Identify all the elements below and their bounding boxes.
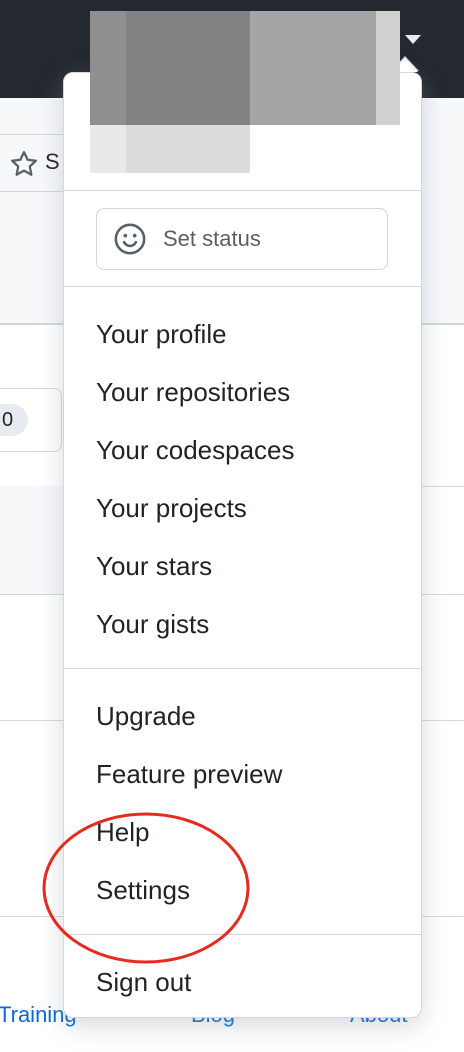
menu-divider [64, 286, 421, 287]
menu-item-upgrade[interactable]: Upgrade [96, 700, 196, 732]
menu-item-your-profile[interactable]: Your profile [96, 318, 227, 350]
menu-item-sign-out[interactable]: Sign out [96, 966, 191, 998]
menu-item-your-codespaces[interactable]: Your codespaces [96, 434, 295, 466]
menu-divider [64, 190, 421, 191]
star-button-label: S [45, 149, 60, 174]
redacted-user-info [90, 11, 400, 173]
menu-item-your-gists[interactable]: Your gists [96, 608, 209, 640]
set-status-button[interactable]: Set status [96, 208, 388, 270]
screen: S 0 Training Blog About Set status Your … [0, 0, 464, 1052]
highlight-ellipse [42, 812, 250, 964]
menu-divider [64, 668, 421, 669]
user-menu-caret-icon[interactable] [405, 35, 421, 44]
file-nav-row [0, 486, 70, 594]
smiley-icon [114, 223, 146, 255]
set-status-label: Set status [163, 226, 261, 251]
menu-item-feature-preview[interactable]: Feature preview [96, 758, 282, 790]
menu-item-your-repositories[interactable]: Your repositories [96, 376, 290, 408]
menu-item-your-stars[interactable]: Your stars [96, 550, 212, 582]
menu-item-your-projects[interactable]: Your projects [96, 492, 247, 524]
star-icon [11, 151, 37, 176]
